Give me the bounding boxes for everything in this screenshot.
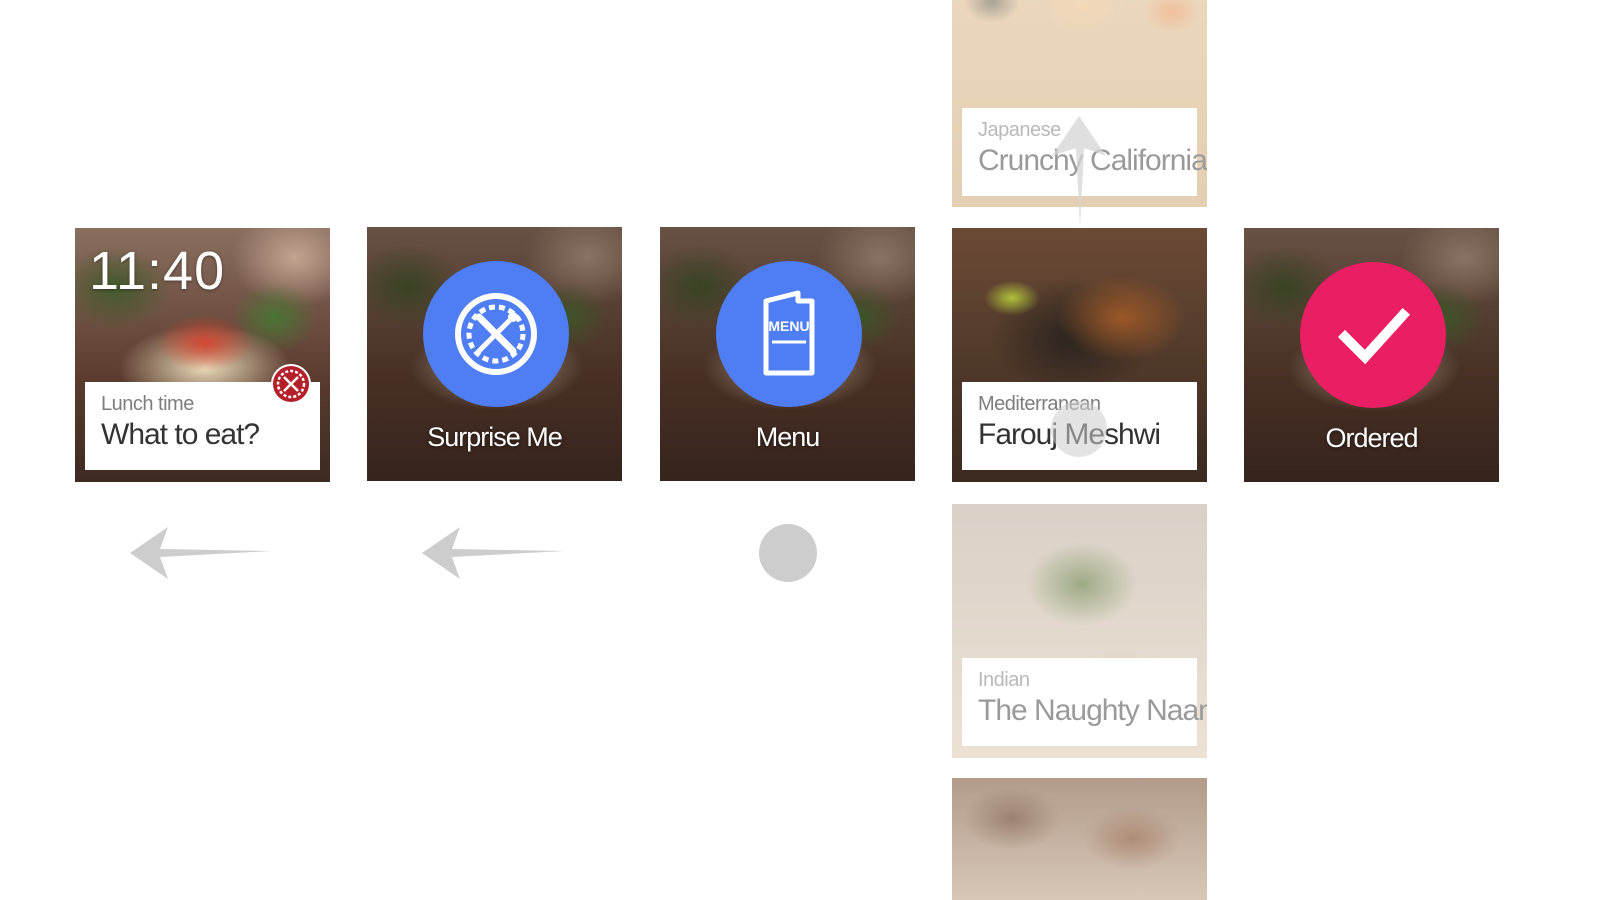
checkmark-icon — [1337, 307, 1411, 365]
menu-button[interactable]: MENU — [716, 261, 862, 407]
restaurant-info-panel: Indian The Naughty Naan — [962, 658, 1207, 746]
cuisine-label: Indian — [978, 669, 1030, 691]
surprise-me-label: Surprise Me — [427, 422, 563, 452]
time-display: 11:40 — [89, 241, 226, 301]
surprise-me-button[interactable] — [423, 261, 569, 407]
menu-icon-text: MENU — [768, 318, 809, 334]
title: What to eat? — [101, 418, 260, 451]
ordered-card[interactable]: Ordered — [1244, 228, 1499, 482]
ordered-confirmation — [1300, 262, 1446, 408]
tap-dot-icon — [759, 524, 817, 582]
restaurant-name: The Naughty Naan — [978, 694, 1207, 727]
swipe-left-arrow-icon — [130, 527, 272, 579]
home-card[interactable]: 11:40 Lunch time What to eat? — [75, 228, 330, 482]
tap-dot-icon — [1051, 401, 1107, 457]
restaurant-card-indian[interactable]: Indian The Naughty Naan — [952, 504, 1207, 758]
restaurant-card-next[interactable] — [952, 778, 1207, 900]
plate-fork-knife-icon — [455, 293, 537, 375]
swipe-left-arrow-icon — [422, 527, 564, 579]
swipe-up-arrow-icon — [1052, 116, 1106, 228]
menu-label: Menu — [755, 422, 821, 452]
food-photo — [952, 778, 1207, 900]
menu-card[interactable]: MENU Menu — [660, 227, 915, 481]
menu-book-icon: MENU — [763, 290, 815, 376]
surprise-me-card[interactable]: Surprise Me — [367, 227, 622, 481]
restaurant-plate-icon[interactable] — [271, 364, 311, 404]
ordered-label: Ordered — [1325, 423, 1418, 453]
